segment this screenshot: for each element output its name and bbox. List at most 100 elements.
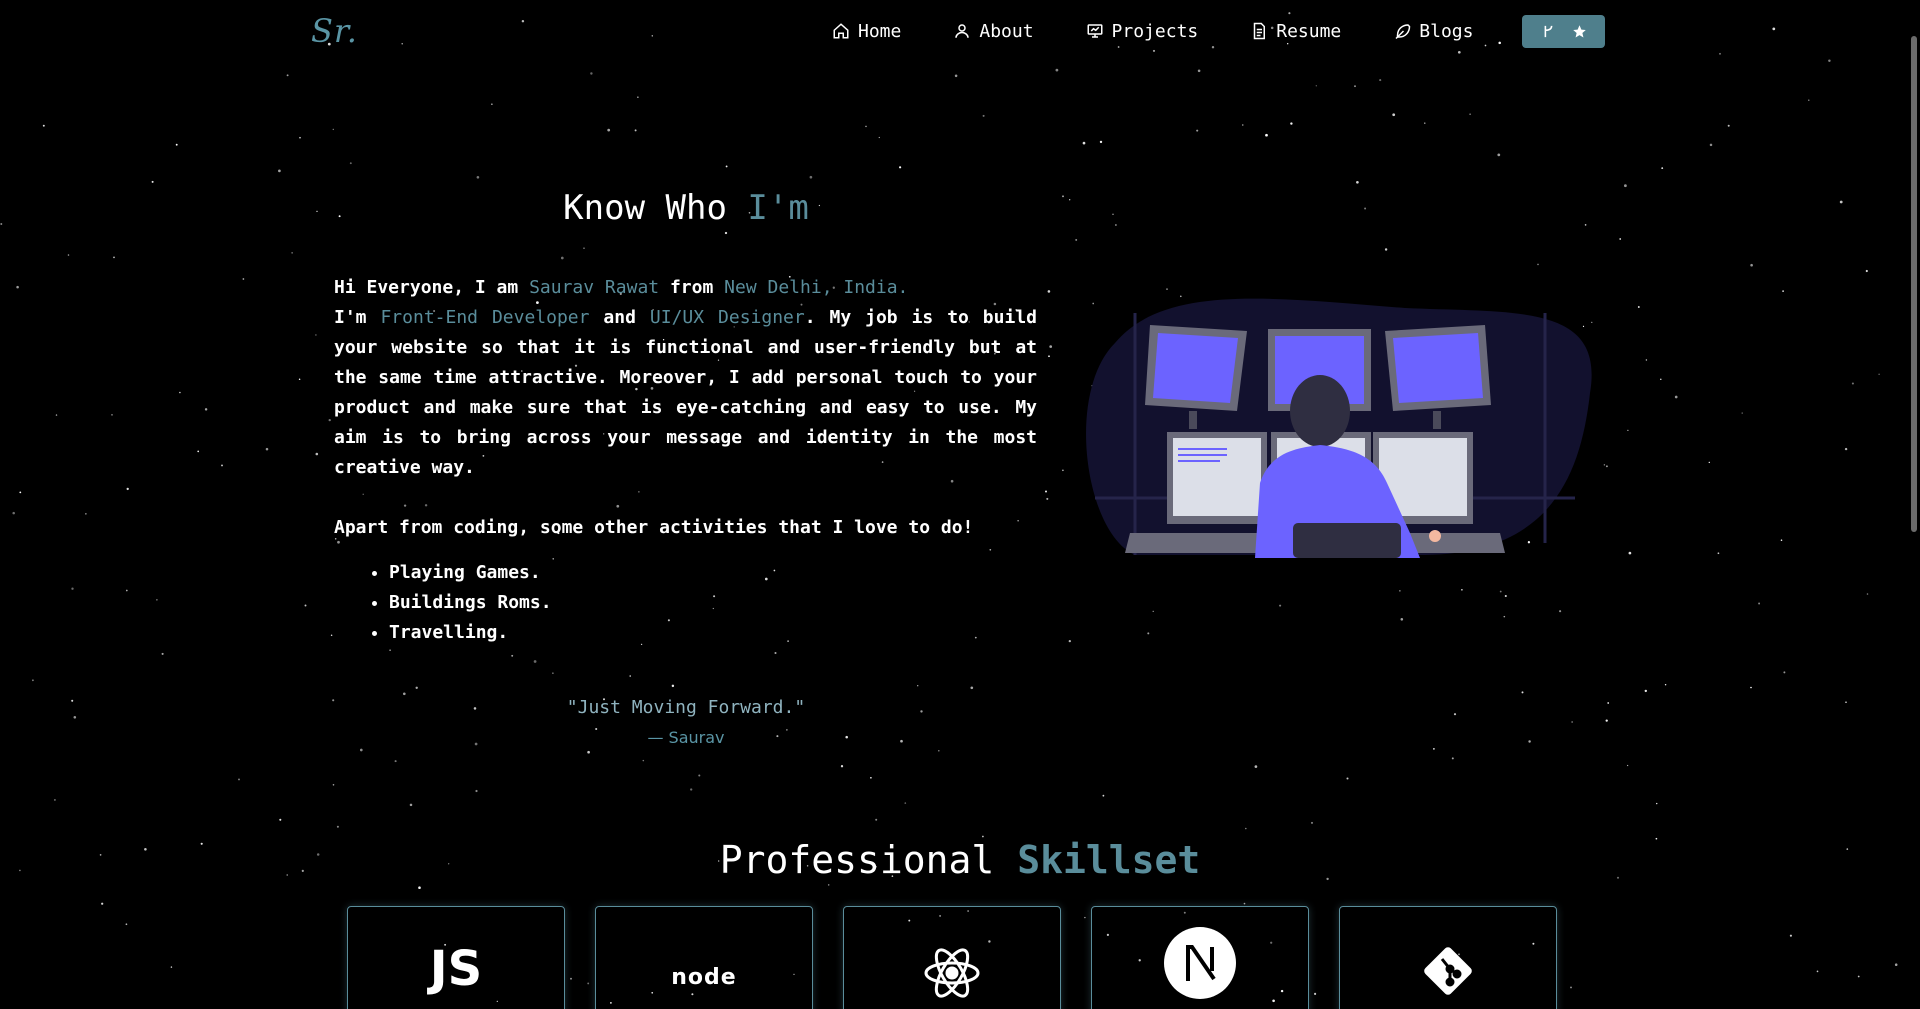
star <box>1605 465 1608 468</box>
star <box>1750 263 1753 267</box>
user-icon <box>955 24 970 38</box>
star <box>1265 133 1268 137</box>
star <box>1424 122 1426 124</box>
star <box>827 884 830 886</box>
github-star-fork-button[interactable] <box>1522 15 1605 48</box>
star <box>1315 85 1317 87</box>
role-highlight-1: Front-End Developer <box>380 307 590 328</box>
nav-links: Home About Projects Resume Blogs <box>832 14 1525 48</box>
list-item: Buildings Roms. <box>389 588 552 618</box>
star <box>1789 934 1792 937</box>
star <box>1571 721 1573 723</box>
star <box>1660 378 1662 381</box>
star <box>1147 632 1150 635</box>
star <box>1865 269 1868 273</box>
scrollbar-thumb[interactable] <box>1911 36 1917 532</box>
star <box>1310 821 1314 824</box>
star <box>552 558 554 560</box>
star <box>583 247 585 250</box>
star <box>1661 167 1664 169</box>
nav-label: Home <box>858 20 902 42</box>
star <box>1254 765 1258 768</box>
star <box>1637 306 1640 308</box>
star <box>642 759 645 762</box>
star <box>724 231 728 235</box>
star <box>982 114 985 117</box>
star <box>1528 740 1531 743</box>
star <box>362 493 364 495</box>
star <box>1627 429 1629 432</box>
star <box>1453 713 1457 716</box>
star <box>415 686 418 689</box>
skills-grid: JS node <box>347 906 1557 1009</box>
logo[interactable]: Sr. <box>311 12 358 50</box>
star <box>1607 702 1610 704</box>
star <box>278 169 281 173</box>
star <box>71 587 74 590</box>
star <box>125 589 128 592</box>
developer-illustration <box>1086 298 1592 558</box>
star <box>1504 594 1507 598</box>
star <box>279 818 282 821</box>
nav-item-projects[interactable]: Projects <box>1086 14 1199 48</box>
star <box>126 487 129 491</box>
skill-card-nodejs[interactable]: node <box>595 906 813 1009</box>
star <box>1878 373 1880 375</box>
star <box>32 679 34 682</box>
star <box>1392 113 1396 117</box>
navbar: Sr. Home About Projects Resume Blogs <box>0 0 1920 62</box>
star <box>242 278 245 280</box>
star <box>1290 122 1293 125</box>
nav-item-home[interactable]: Home <box>832 14 901 48</box>
star <box>1356 180 1359 184</box>
quote: "Just Moving Forward." <box>566 697 806 718</box>
star <box>403 504 407 507</box>
star <box>590 72 593 75</box>
star <box>809 175 813 179</box>
star <box>1741 412 1743 414</box>
star <box>899 166 902 169</box>
star <box>634 129 637 132</box>
star <box>954 74 958 78</box>
star <box>204 408 208 411</box>
star <box>875 818 878 821</box>
star <box>1783 671 1786 674</box>
star-icon <box>1572 25 1586 38</box>
star <box>16 285 19 289</box>
star <box>1894 963 1898 966</box>
star <box>764 577 768 581</box>
star <box>55 414 58 416</box>
about-title: Know Who I'm <box>0 188 1372 228</box>
nav-label: Blogs <box>1419 20 1474 42</box>
star <box>1605 719 1608 722</box>
star <box>1727 124 1730 127</box>
star <box>330 634 333 637</box>
nav-label: Projects <box>1111 20 1199 42</box>
star <box>773 569 776 572</box>
star <box>1603 464 1606 466</box>
star <box>315 452 319 456</box>
star <box>315 334 317 336</box>
star <box>1046 497 1049 500</box>
nav-item-about[interactable]: About <box>953 14 1034 48</box>
nav-item-blogs[interactable]: Blogs <box>1393 14 1473 48</box>
im-text: I'm <box>334 307 381 328</box>
skillset-title-prefix: Professional <box>719 838 1018 882</box>
document-icon <box>1254 22 1266 40</box>
star <box>713 595 716 598</box>
skill-card-react[interactable] <box>843 906 1061 1009</box>
skill-card-nextjs[interactable] <box>1091 906 1309 1009</box>
star <box>616 504 620 508</box>
star <box>101 902 104 905</box>
nav-item-resume[interactable]: Resume <box>1250 14 1341 48</box>
skill-card-git[interactable] <box>1339 906 1557 1009</box>
presentation-icon <box>1087 24 1103 38</box>
star <box>1626 764 1629 767</box>
star <box>291 252 293 254</box>
star <box>304 604 307 607</box>
star <box>840 765 844 768</box>
star <box>1354 85 1356 88</box>
about-title-prefix: Know Who <box>563 188 748 228</box>
skill-card-javascript[interactable]: JS <box>347 906 565 1009</box>
star <box>552 672 554 674</box>
